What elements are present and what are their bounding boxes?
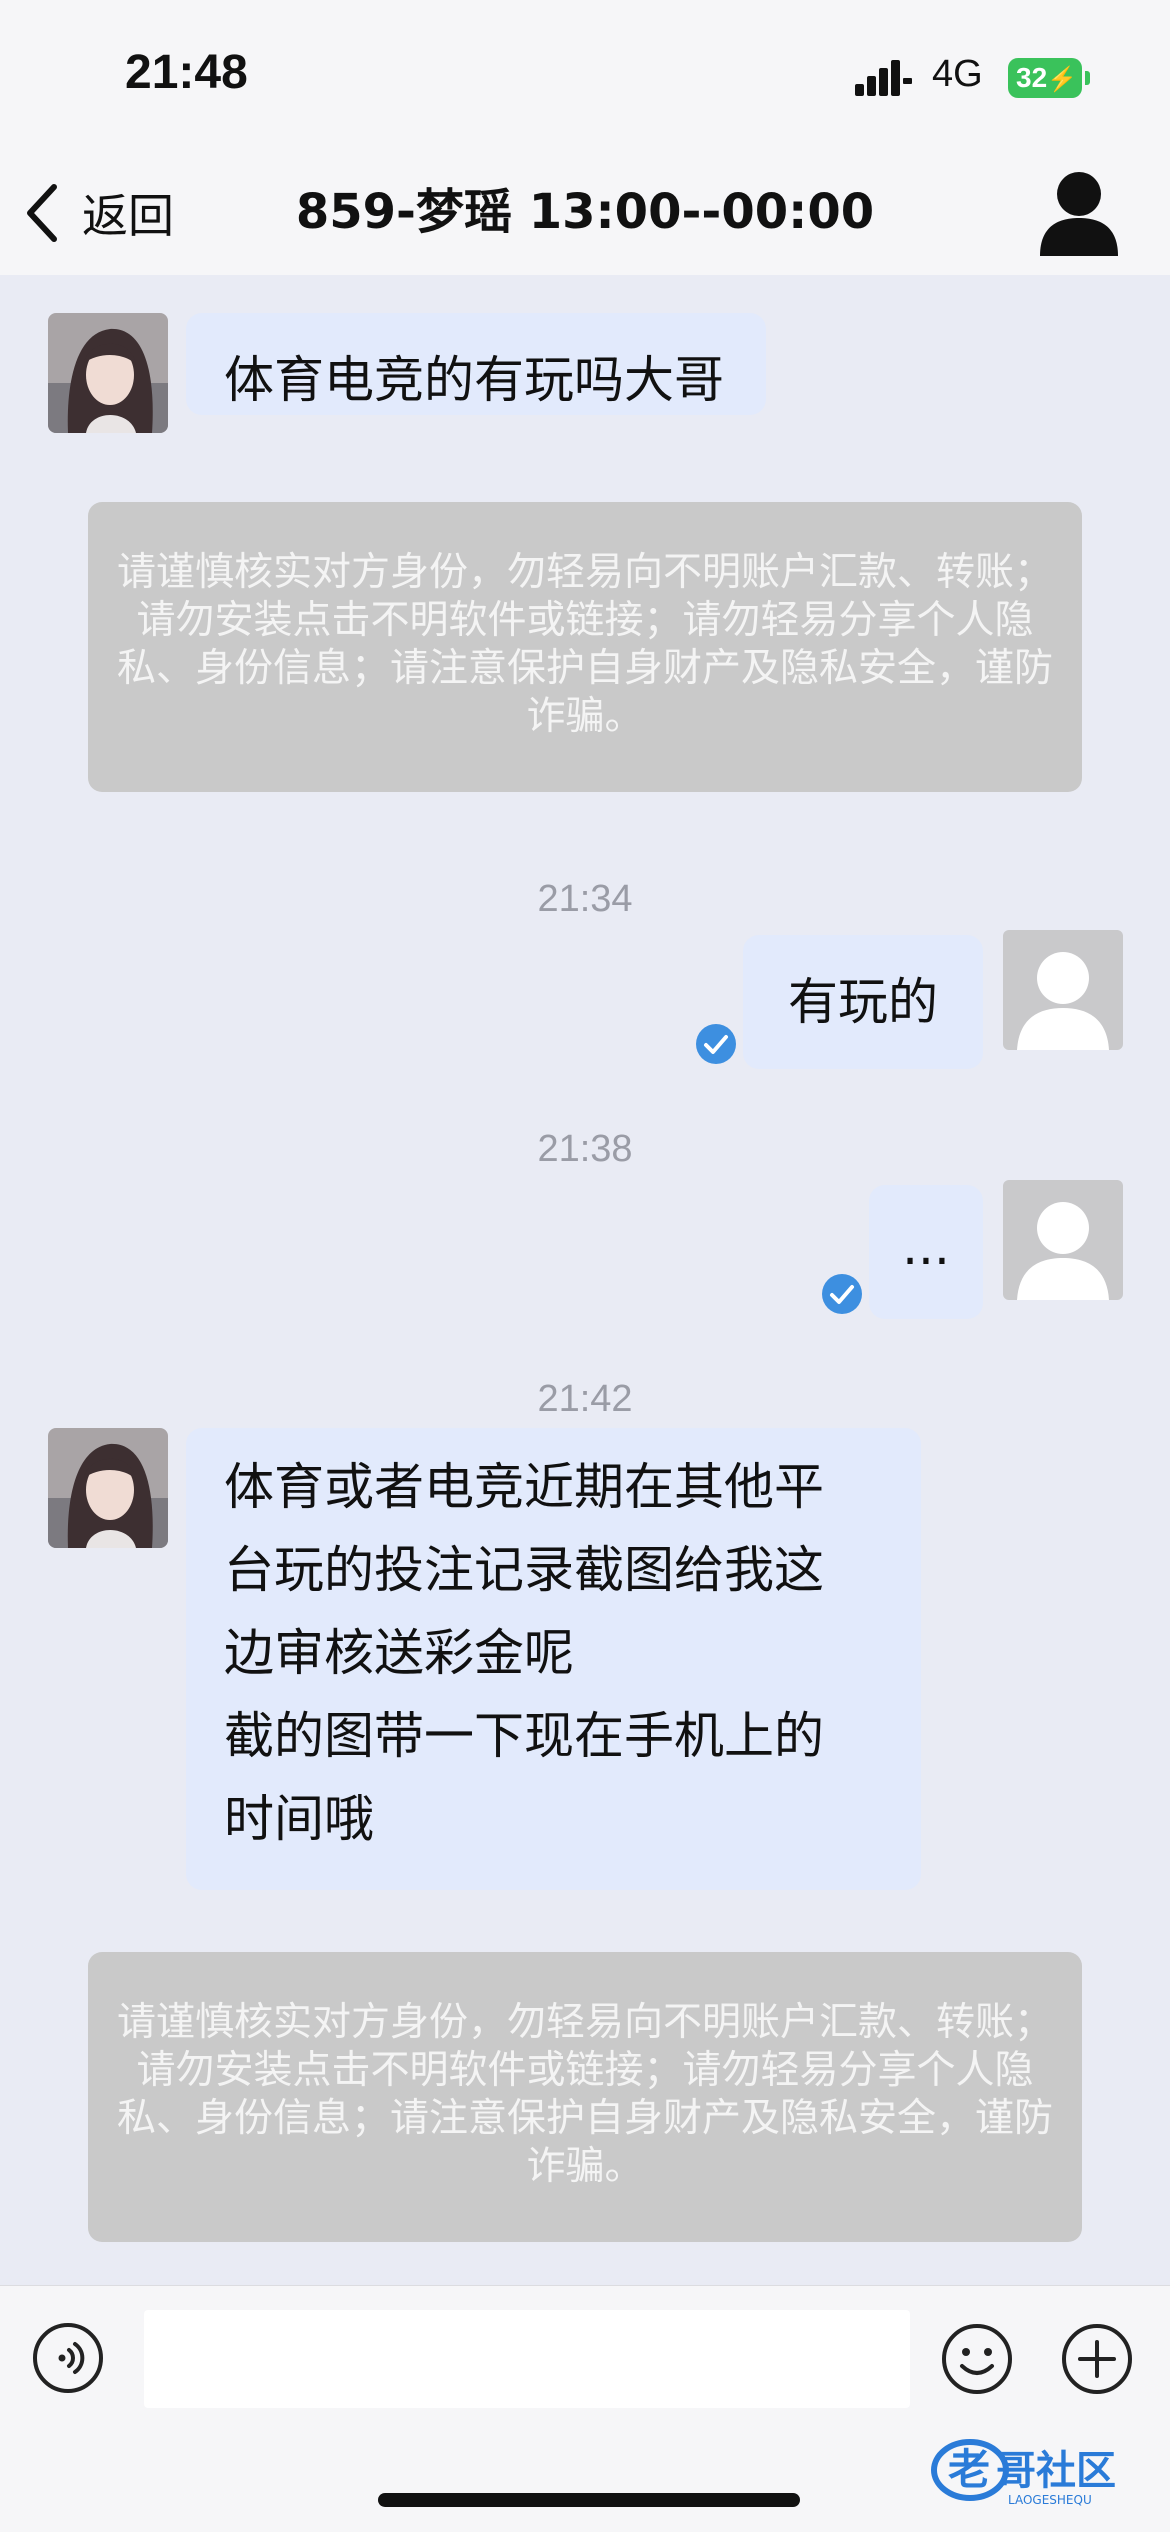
- timestamp: 21:34: [537, 878, 633, 920]
- input-bar: [0, 2285, 1170, 2426]
- message-bubble-outgoing[interactable]: 有玩的: [743, 935, 983, 1069]
- nav-bar: 返回 859-梦瑶 13:00--00:00: [0, 150, 1170, 275]
- safety-notice: 请谨慎核实对方身份，勿轻易向不明账户汇款、转账；请勿安装点击不明软件或链接；请勿…: [88, 502, 1082, 792]
- read-check-icon: [696, 1024, 736, 1064]
- message-list[interactable]: 体育电竞的有玩吗大哥 请谨慎核实对方身份，勿轻易向不明账户汇款、转账；请勿安装点…: [0, 275, 1170, 2285]
- message-text: ...: [902, 1218, 950, 1276]
- message-bubble-incoming[interactable]: 体育或者电竞近期在其他平 台玩的投注记录截图给我这 边审核送彩金呢 截的图带一下…: [186, 1428, 921, 1890]
- home-indicator[interactable]: [378, 2493, 800, 2507]
- watermark-logo: 老 哥社区 LAOGESHEQU: [931, 2439, 1116, 2507]
- battery-level: 32: [1016, 62, 1048, 93]
- svg-text:LAOGESHEQU: LAOGESHEQU: [1008, 2493, 1092, 2507]
- read-check-icon: [822, 1274, 862, 1314]
- timestamp: 21:42: [537, 1378, 633, 1420]
- notice-text: 请谨慎核实对方身份，勿轻易向不明账户汇款、转账；请勿安装点击不明软件或链接；请勿…: [116, 2000, 1053, 2189]
- timestamp: 21:38: [537, 1128, 633, 1170]
- status-time: 21:48: [125, 46, 248, 99]
- status-bar: 21:48 4G 32⚡: [0, 0, 1170, 150]
- message-bubble-incoming[interactable]: 体育电竞的有玩吗大哥: [186, 313, 766, 415]
- peer-avatar[interactable]: [48, 1428, 168, 1548]
- svg-text:哥社区: 哥社区: [996, 2448, 1116, 2494]
- message-input[interactable]: [144, 2310, 910, 2408]
- message-line: 边审核送彩金呢: [224, 1624, 574, 1682]
- message-line: 截的图带一下现在手机上的: [224, 1707, 824, 1765]
- peer-avatar[interactable]: [48, 313, 168, 433]
- peer-avatar-image: [48, 313, 168, 433]
- self-avatar[interactable]: [1003, 930, 1123, 1050]
- plus-icon[interactable]: [1060, 2322, 1134, 2396]
- message-line: 时间哦: [224, 1790, 374, 1848]
- message-text: 有玩的: [788, 973, 938, 1031]
- network-type: 4G: [932, 53, 983, 95]
- battery-charging-icon: 32⚡: [1008, 58, 1090, 98]
- message-text: 体育电竞的有玩吗大哥: [224, 351, 724, 409]
- emoji-icon[interactable]: [940, 2322, 1014, 2396]
- svg-text:老: 老: [948, 2445, 990, 2494]
- voice-icon[interactable]: [32, 2322, 104, 2394]
- chat-title: 859-梦瑶 13:00--00:00: [295, 184, 875, 240]
- message-bubble-outgoing[interactable]: ...: [869, 1185, 983, 1319]
- peer-avatar-image: [48, 1428, 168, 1548]
- message-line: 体育或者电竞近期在其他平: [224, 1458, 824, 1516]
- signal-icon: [855, 60, 912, 96]
- self-avatar[interactable]: [1003, 1180, 1123, 1300]
- default-avatar-icon: [1017, 1202, 1109, 1300]
- message-line: 台玩的投注记录截图给我这: [224, 1541, 824, 1599]
- notice-text: 请谨慎核实对方身份，勿轻易向不明账户汇款、转账；请勿安装点击不明软件或链接；请勿…: [116, 550, 1053, 739]
- default-avatar-icon: [1017, 952, 1109, 1050]
- profile-icon[interactable]: [1038, 168, 1120, 256]
- safety-notice: 请谨慎核实对方身份，勿轻易向不明账户汇款、转账；请勿安装点击不明软件或链接；请勿…: [88, 1952, 1082, 2242]
